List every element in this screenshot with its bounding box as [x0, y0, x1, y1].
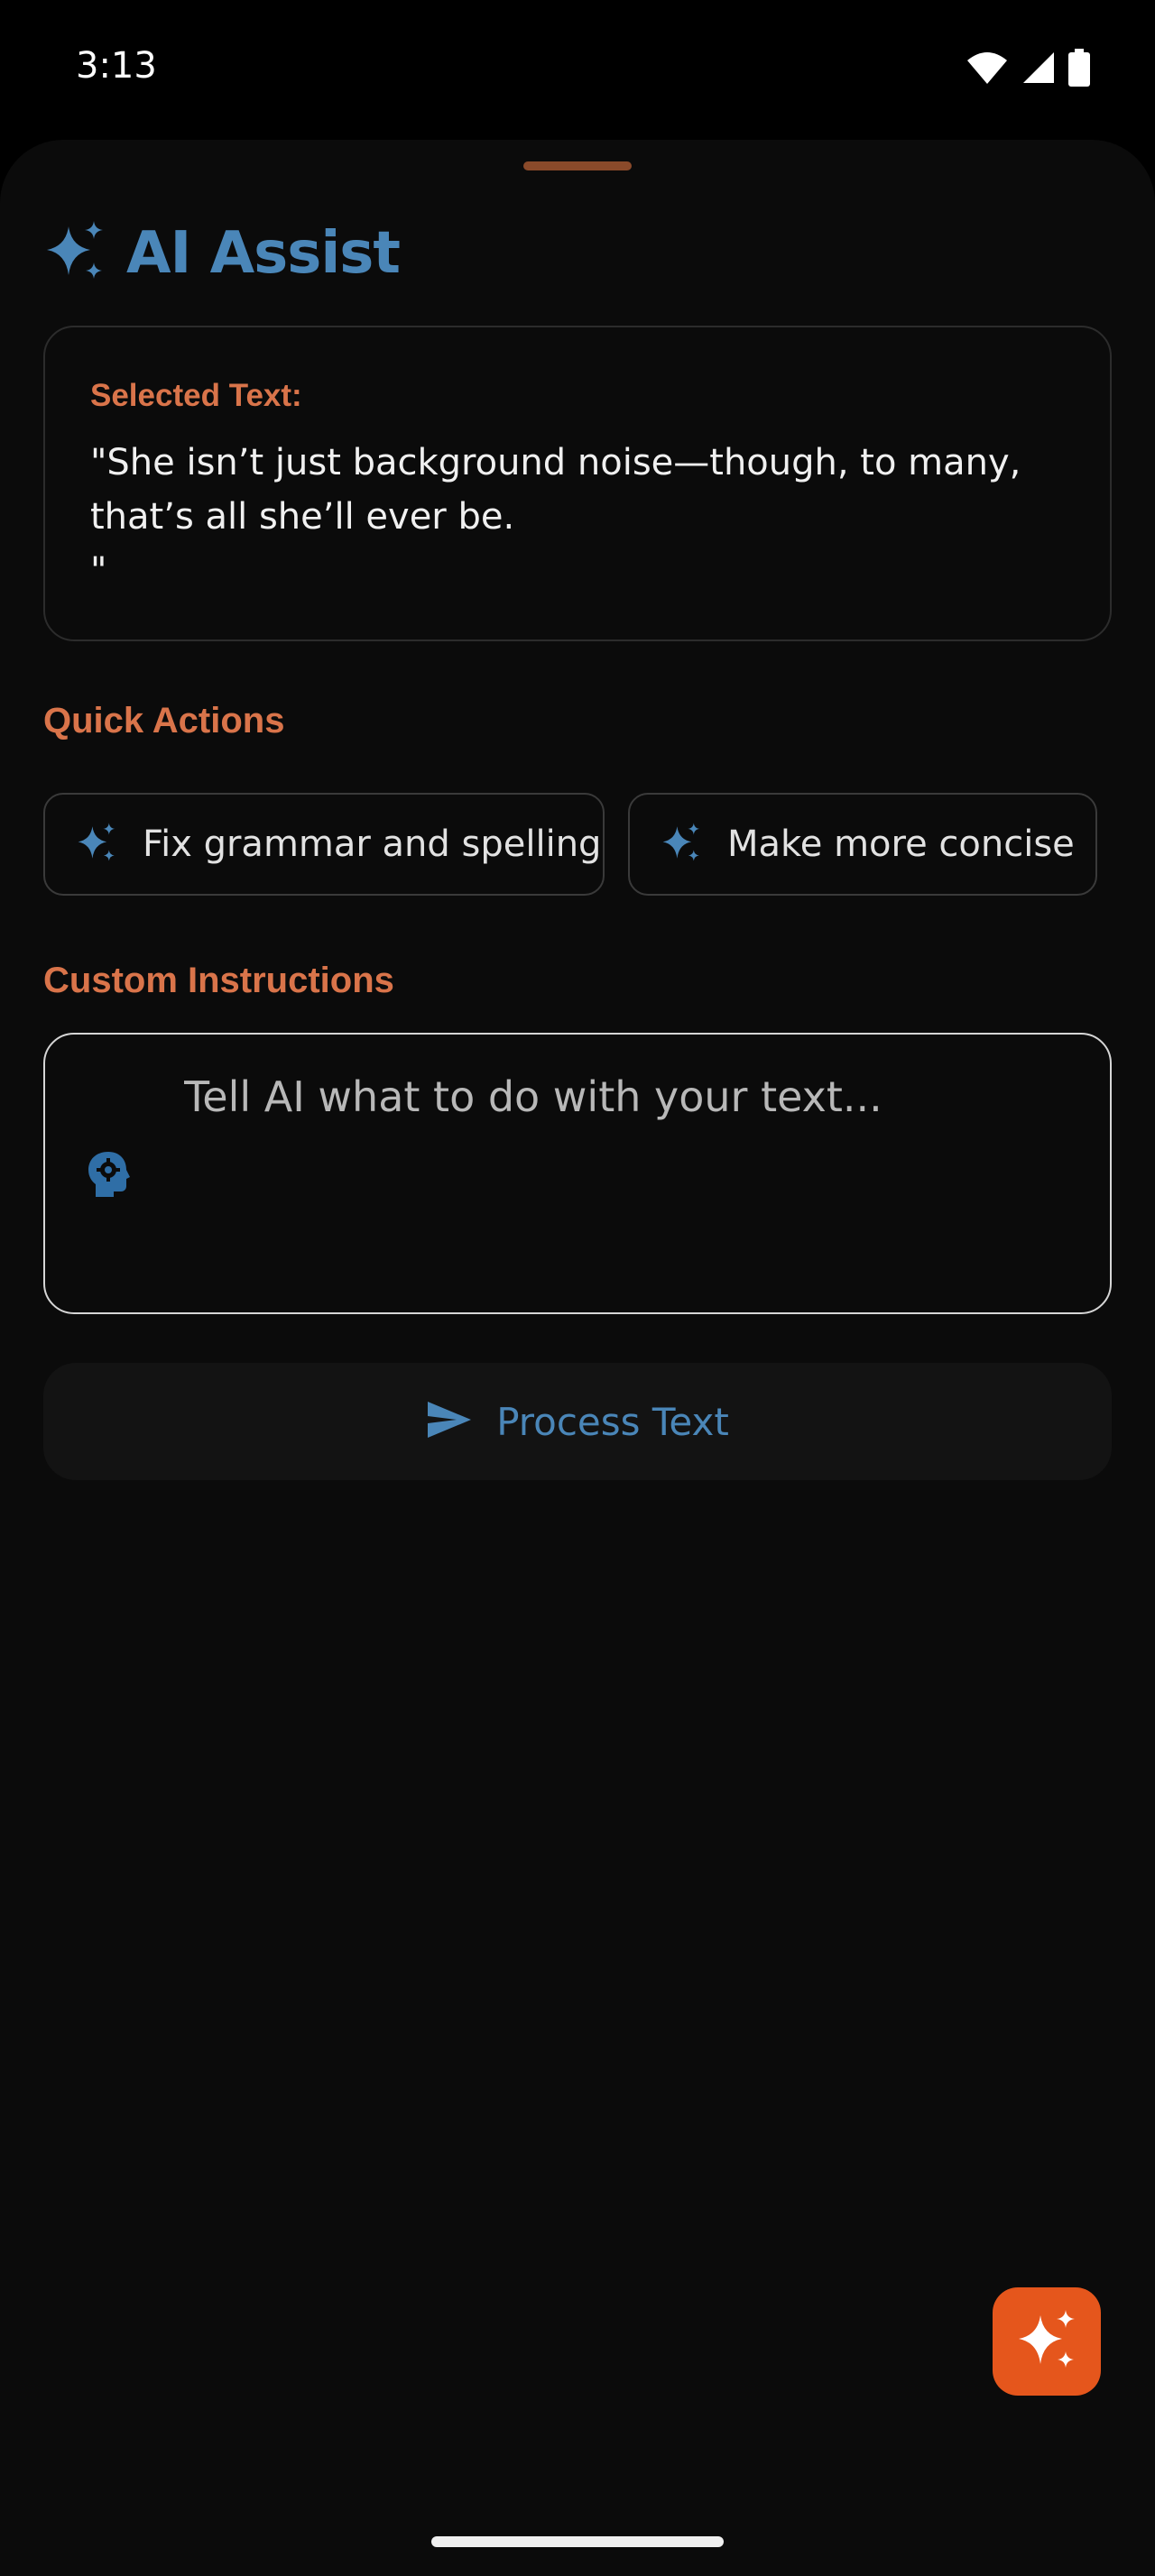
brain-gear-icon — [87, 1150, 132, 1203]
page-title: AI Assist — [126, 219, 401, 287]
sparkles-icon — [43, 219, 106, 287]
home-indicator[interactable] — [431, 2536, 724, 2547]
sparkles-icon — [76, 822, 117, 868]
selected-text-label: Selected Text: — [90, 378, 302, 413]
quick-action-concise-button[interactable]: Make more concise — [628, 793, 1097, 896]
status-time: 3:13 — [76, 45, 157, 87]
send-icon — [426, 1400, 473, 1444]
quick-action-fix-grammar-button[interactable]: Fix grammar and spelling — [43, 793, 605, 896]
header: AI Assist — [43, 219, 401, 287]
selected-text-body: "She isn’t just background noise—though,… — [90, 442, 1021, 592]
signal-icon — [1021, 51, 1056, 89]
custom-instructions-field[interactable] — [43, 1033, 1112, 1314]
ai-assist-fab[interactable] — [993, 2287, 1101, 2396]
status-bar: 3:13 — [0, 0, 1155, 135]
wifi-icon — [966, 50, 1009, 90]
sparkles-icon — [1015, 2308, 1078, 2376]
process-text-button[interactable]: Process Text — [43, 1363, 1112, 1480]
selected-text-card: Selected Text: "She isn’t just backgroun… — [43, 326, 1112, 641]
custom-instructions-title: Custom Instructions — [43, 961, 394, 1000]
battery-icon — [1068, 49, 1090, 91]
ai-assist-sheet: AI Assist Selected Text: "She isn’t just… — [0, 140, 1155, 2576]
sparkles-icon — [661, 822, 702, 868]
quick-actions-title: Quick Actions — [43, 701, 285, 741]
quick-action-label: Make more concise — [727, 823, 1075, 865]
drag-handle[interactable] — [523, 161, 632, 170]
quick-action-label: Fix grammar and spelling — [143, 823, 602, 865]
status-icons — [966, 49, 1090, 91]
process-text-label: Process Text — [496, 1399, 729, 1444]
custom-instructions-input[interactable] — [184, 1072, 1068, 1121]
